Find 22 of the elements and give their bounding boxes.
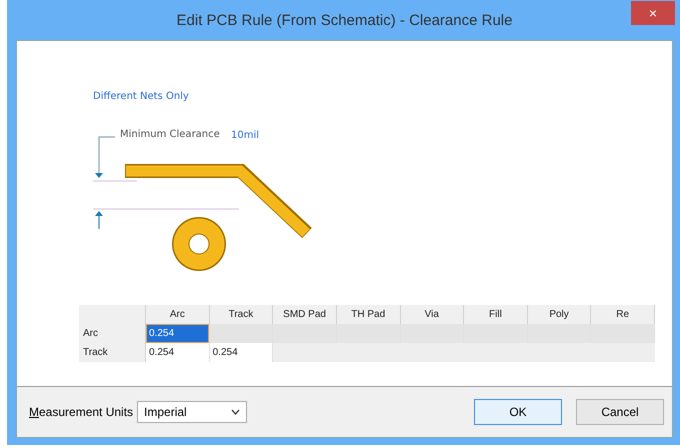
row-header: Track — [79, 343, 146, 362]
clearance-value[interactable]: 10mil — [231, 130, 260, 141]
column-header: Arc — [146, 305, 210, 324]
units-label: Measurement Units — [29, 405, 134, 419]
window-title: Edit PCB Rule (From Schematic) - Clearance Rule — [176, 12, 512, 28]
table-cell[interactable]: 0.254 — [209, 343, 273, 362]
column-header: Via — [400, 305, 464, 324]
column-header: SMD Pad — [272, 305, 336, 324]
units-dropdown[interactable]: Imperial — [137, 401, 248, 423]
column-header: TH Pad — [336, 305, 400, 324]
column-header: Track — [209, 305, 273, 324]
column-header: Re — [590, 305, 654, 324]
dialog-button[interactable]: Cancel — [576, 399, 664, 425]
table-cell[interactable]: 0.254 — [146, 343, 210, 362]
scope-label: Different Nets Only — [93, 91, 189, 102]
dialog-button[interactable]: OK — [474, 399, 562, 425]
table-cell[interactable]: 0.254 — [146, 324, 210, 343]
column-header: Fill — [464, 305, 528, 324]
column-header: Poly — [527, 305, 591, 324]
clearance-label: Minimum Clearance — [120, 129, 220, 140]
row-header: Arc — [79, 324, 146, 343]
close-button[interactable]: × — [631, 1, 675, 25]
